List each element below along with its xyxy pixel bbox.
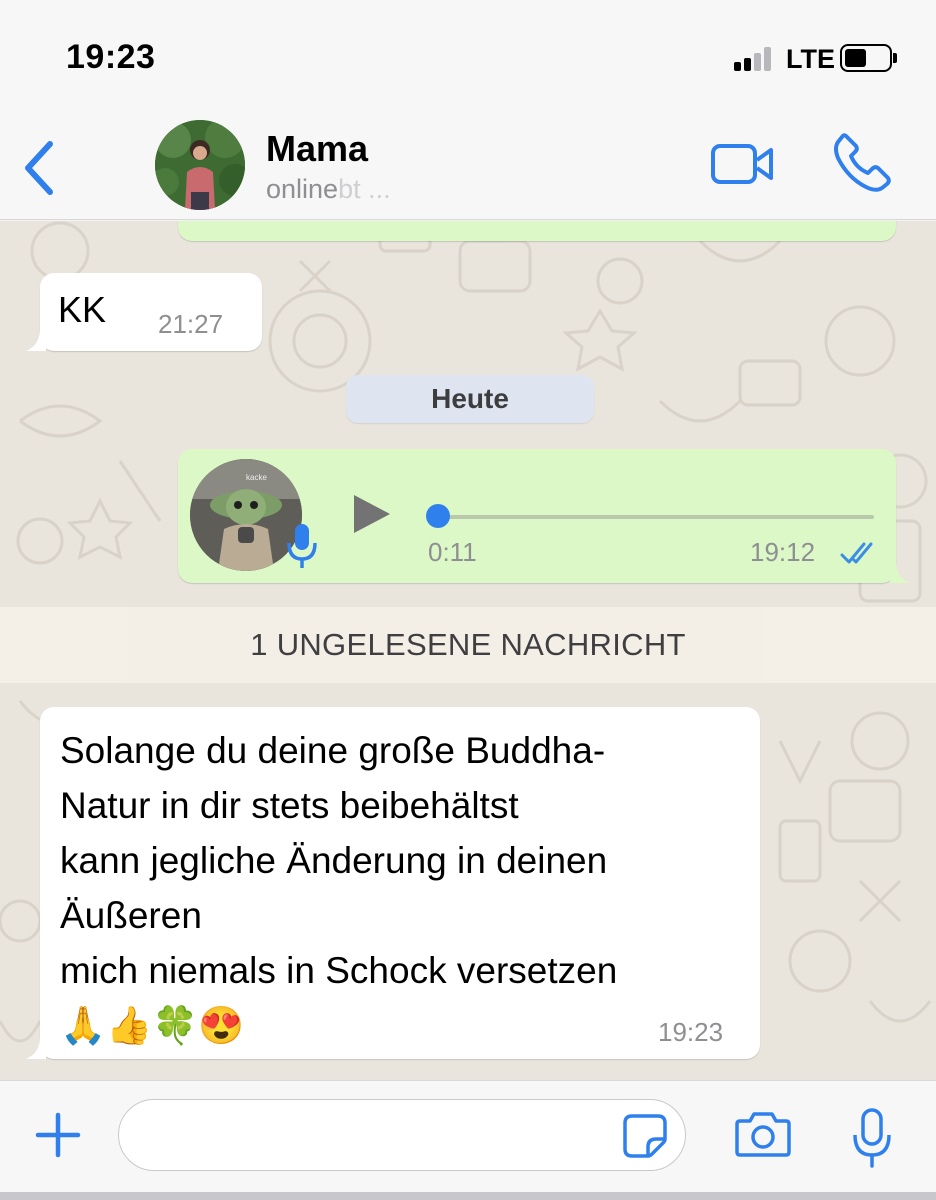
message-input[interactable]: [118, 1099, 686, 1171]
sticker-icon: [623, 1114, 667, 1158]
message-line: Solange du deine große Buddha-: [60, 730, 606, 771]
camera-button[interactable]: [734, 1109, 792, 1159]
microphone-icon: [853, 1108, 891, 1168]
contact-status-fading: bt ...: [338, 174, 391, 204]
voice-call-button[interactable]: [832, 132, 892, 192]
chat-area[interactable]: KK 21:27 Heute kacke 0:11 19:12 1 UNGELE…: [0, 221, 936, 1080]
incoming-message-text[interactable]: Solange du deine große Buddha- Natur in …: [26, 707, 760, 1059]
outgoing-voice-message[interactable]: kacke 0:11 19:12: [178, 449, 910, 583]
chat-header: Mama onlinebt ...: [0, 110, 936, 220]
message-time: 19:23: [658, 1017, 724, 1047]
battery-icon: [840, 44, 897, 72]
composer-bar: [0, 1080, 936, 1192]
incoming-message-kk[interactable]: KK 21:27: [26, 273, 262, 351]
plus-icon: [35, 1112, 81, 1158]
camera-icon: [735, 1112, 791, 1157]
video-call-button[interactable]: [710, 142, 774, 186]
contact-status-text: online: [266, 174, 339, 204]
contact-name: Mama: [266, 128, 369, 169]
double-check-icon: [840, 542, 873, 564]
chevron-left-icon: [25, 141, 53, 195]
play-icon: [354, 495, 390, 533]
playback-track[interactable]: [436, 515, 874, 519]
status-bar: 19:23 LTE: [0, 0, 936, 110]
message-line: kann jegliche Änderung in deinen: [60, 840, 608, 881]
play-button[interactable]: [348, 491, 394, 537]
bubble-tail: [890, 561, 910, 583]
avatar-caption: kacke: [246, 473, 267, 482]
voice-record-button[interactable]: [850, 1107, 894, 1169]
phone-icon: [834, 133, 891, 192]
video-camera-icon: [711, 144, 773, 184]
signal-strength-icon: [734, 47, 778, 71]
back-button[interactable]: [18, 138, 62, 198]
avatar-photo: [155, 120, 245, 210]
status-time: 19:23: [66, 38, 156, 76]
attach-button[interactable]: [34, 1111, 82, 1159]
message-line: mich niemals in Schock versetzen: [60, 950, 618, 991]
message-line: Natur in dir stets beibehältst: [60, 785, 519, 826]
message-body: Solange du deine große Buddha- Natur in …: [60, 723, 617, 1053]
day-separator: Heute: [346, 375, 594, 423]
voice-duration: 0:11: [428, 537, 477, 567]
contact-avatar[interactable]: [155, 120, 245, 210]
message-text: KK: [58, 289, 107, 330]
bubble-tail: [26, 329, 46, 351]
microphone-icon: [284, 521, 320, 571]
message-time: 21:27: [158, 309, 224, 339]
sticker-button[interactable]: [622, 1113, 668, 1159]
message-emoji-line: 🙏👍🍀😍: [60, 1005, 245, 1046]
bubble-tail: [26, 1037, 46, 1059]
message-time: 19:12: [750, 537, 816, 567]
home-indicator-strip: [0, 1192, 936, 1200]
contact-status: onlinebt ...: [266, 174, 391, 205]
previous-message-bubble[interactable]: [178, 221, 896, 241]
message-line: Äußeren: [60, 895, 202, 936]
network-type: LTE: [786, 44, 835, 74]
unread-messages-banner: 1 UNGELESENE NACHRICHT: [0, 607, 936, 683]
playback-scrubber[interactable]: [426, 504, 450, 528]
